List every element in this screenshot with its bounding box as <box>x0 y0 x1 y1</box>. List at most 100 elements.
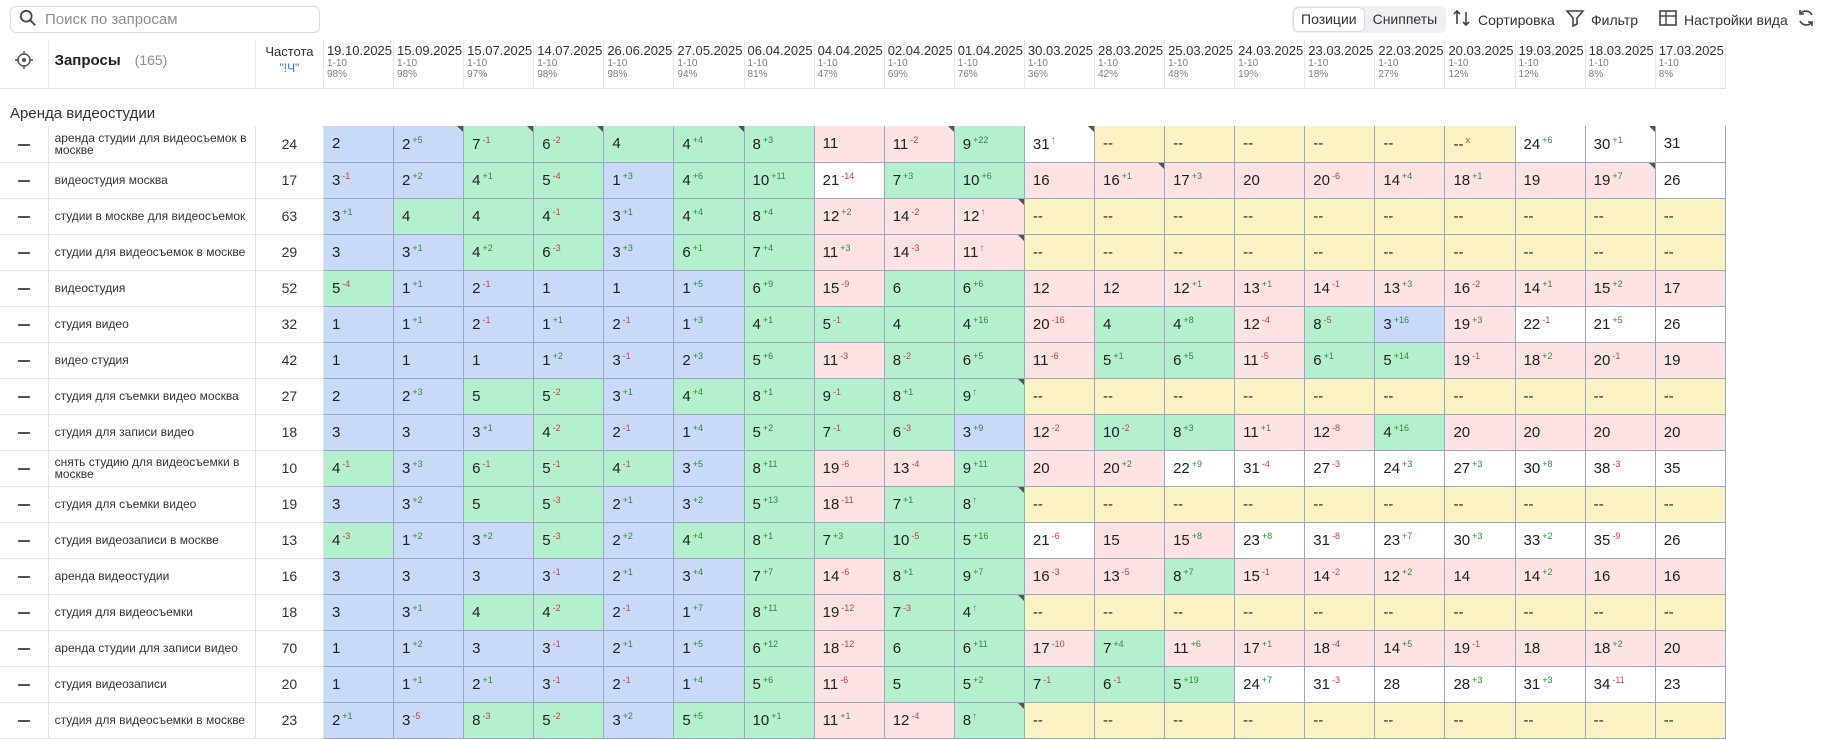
position-cell[interactable]: 19 +3 <box>1444 306 1516 343</box>
position-cell[interactable]: 8 +1 <box>744 378 815 415</box>
position-cell[interactable]: 3 +16 <box>1374 306 1446 343</box>
position-cell[interactable]: 5 +5 <box>673 702 745 739</box>
position-cell[interactable]: 4 <box>463 594 535 631</box>
position-cell[interactable]: 5 -2 <box>533 378 605 415</box>
date-column-header[interactable]: 23.03.2025 1-10 18% <box>1304 40 1376 89</box>
query-text[interactable]: студия для съемки видео <box>48 486 256 523</box>
query-text[interactable]: студия для видеосъемки <box>48 594 256 631</box>
position-cell[interactable]: -- <box>1164 702 1236 739</box>
position-cell[interactable]: 22 +9 <box>1164 450 1236 487</box>
position-cell[interactable]: 2 +3 <box>673 342 745 379</box>
position-cell[interactable]: 19 <box>1655 342 1727 379</box>
position-cell[interactable]: 1 +1 <box>393 666 465 703</box>
position-cell[interactable]: 6 +6 <box>954 270 1025 307</box>
position-cell[interactable]: 19 -1 <box>1444 342 1516 379</box>
position-cell[interactable]: 19 -12 <box>814 594 885 631</box>
position-cell[interactable]: 1 +3 <box>673 306 745 343</box>
position-cell[interactable]: -- <box>1024 234 1095 271</box>
position-cell[interactable]: 18 -12 <box>814 630 885 667</box>
position-cell[interactable]: -- <box>1164 198 1236 235</box>
position-cell[interactable]: 20 <box>1585 414 1656 451</box>
position-cell[interactable]: 12 <box>1094 270 1166 307</box>
position-cell[interactable]: -- <box>1655 198 1727 235</box>
position-cell[interactable]: 18 <box>1515 630 1586 667</box>
position-cell[interactable]: -- <box>1585 234 1656 271</box>
position-cell[interactable]: 4 -2 <box>533 594 605 631</box>
position-cell[interactable]: 1 <box>323 630 395 667</box>
position-cell[interactable]: -- <box>1374 126 1446 163</box>
position-cell[interactable]: 4 +8 <box>1164 306 1236 343</box>
position-cell[interactable]: 3 +2 <box>603 702 675 739</box>
position-cell[interactable]: 14 -1 <box>1304 270 1376 307</box>
position-cell[interactable]: 7 -1 <box>1024 666 1095 703</box>
position-cell[interactable]: 8 +4 <box>744 198 815 235</box>
position-cell[interactable]: 5 -1 <box>814 306 885 343</box>
position-cell[interactable]: 23 <box>1655 666 1727 703</box>
position-cell[interactable]: 8↑ <box>954 702 1025 739</box>
row-collapse-button[interactable] <box>0 162 49 199</box>
position-cell[interactable]: 6 +1 <box>673 234 745 271</box>
position-cell[interactable]: 3 +1 <box>393 234 465 271</box>
position-cell[interactable]: -- <box>1304 234 1376 271</box>
search-input[interactable]: Поиск по запросам <box>10 6 320 33</box>
position-cell[interactable]: 4 -1 <box>323 450 395 487</box>
position-cell[interactable]: 18 -4 <box>1304 630 1376 667</box>
position-cell[interactable]: 6 +12 <box>744 630 815 667</box>
position-cell[interactable]: -- <box>1024 594 1095 631</box>
filter-button[interactable]: Фильтр <box>1565 8 1638 31</box>
position-cell[interactable]: 1 <box>603 270 675 307</box>
position-cell[interactable]: 26 <box>1655 522 1727 559</box>
position-cell[interactable]: 12 <box>1024 270 1095 307</box>
date-column-header[interactable]: 30.03.2025 1-10 36% <box>1024 40 1095 89</box>
position-cell[interactable]: 35 -9 <box>1585 522 1656 559</box>
position-cell[interactable]: 8 -5 <box>1304 306 1376 343</box>
date-column-header[interactable]: 15.07.2025 1-10 97% <box>463 40 535 89</box>
position-cell[interactable]: 4 +1 <box>744 306 815 343</box>
position-cell[interactable]: 4↑ <box>954 594 1025 631</box>
position-cell[interactable]: 4 <box>1094 306 1166 343</box>
position-cell[interactable]: 3 +3 <box>393 450 465 487</box>
position-cell[interactable]: 2 -1 <box>463 306 535 343</box>
position-cell[interactable]: 14 +4 <box>1374 162 1446 199</box>
query-text[interactable]: студии для видеосъемок в москве <box>48 234 256 271</box>
query-text[interactable]: студия для записи видео <box>48 414 256 451</box>
position-cell[interactable]: -- <box>1585 486 1656 523</box>
position-cell[interactable]: -- <box>1094 126 1166 163</box>
position-cell[interactable]: 6 +9 <box>744 270 815 307</box>
date-column-header[interactable]: 19.10.2025 1-10 98% <box>323 40 395 89</box>
position-cell[interactable]: 3 <box>323 558 395 595</box>
position-cell[interactable]: 16 <box>1655 558 1727 595</box>
position-cell[interactable]: 1 +3 <box>603 162 675 199</box>
position-cell[interactable]: 11 +6 <box>1164 630 1236 667</box>
position-cell[interactable]: 16 +1 <box>1094 162 1166 199</box>
position-cell[interactable]: -- <box>1655 486 1727 523</box>
position-cell[interactable]: 3 <box>323 486 395 523</box>
position-cell[interactable]: 2 +2 <box>393 162 465 199</box>
query-text[interactable]: видео студия <box>48 342 256 379</box>
position-cell[interactable]: 1 +2 <box>393 630 465 667</box>
position-cell[interactable]: 9 +11 <box>954 450 1025 487</box>
position-cell[interactable]: 8 +3 <box>744 126 815 163</box>
position-cell[interactable]: 14 +2 <box>1515 558 1586 595</box>
query-text[interactable]: студия видеозаписи <box>48 666 256 703</box>
refresh-icon[interactable] <box>1796 8 1816 28</box>
position-cell[interactable]: 4 +1 <box>463 162 535 199</box>
position-cell[interactable]: 31 -8 <box>1304 522 1376 559</box>
position-cell[interactable]: 12↑ <box>954 198 1025 235</box>
position-cell[interactable]: 7 +1 <box>884 486 955 523</box>
position-cell[interactable]: 3 +1 <box>603 378 675 415</box>
position-cell[interactable]: -- <box>1515 594 1586 631</box>
position-cell[interactable]: 2 +1 <box>323 702 395 739</box>
position-cell[interactable]: -- <box>1234 234 1306 271</box>
position-cell[interactable]: 9↑ <box>954 378 1025 415</box>
position-cell[interactable]: 7 -1 <box>463 126 535 163</box>
row-collapse-button[interactable] <box>0 126 49 163</box>
query-text[interactable]: студия для съемки видео москва <box>48 378 256 415</box>
row-collapse-button[interactable] <box>0 342 49 379</box>
position-cell[interactable]: 3 <box>323 594 395 631</box>
position-cell[interactable]: 3 -1 <box>533 666 605 703</box>
row-collapse-button[interactable] <box>0 306 49 343</box>
position-cell[interactable]: -- <box>1655 594 1727 631</box>
position-cell[interactable]: 5 +14 <box>1374 342 1446 379</box>
position-cell[interactable]: 21 -6 <box>1024 522 1095 559</box>
